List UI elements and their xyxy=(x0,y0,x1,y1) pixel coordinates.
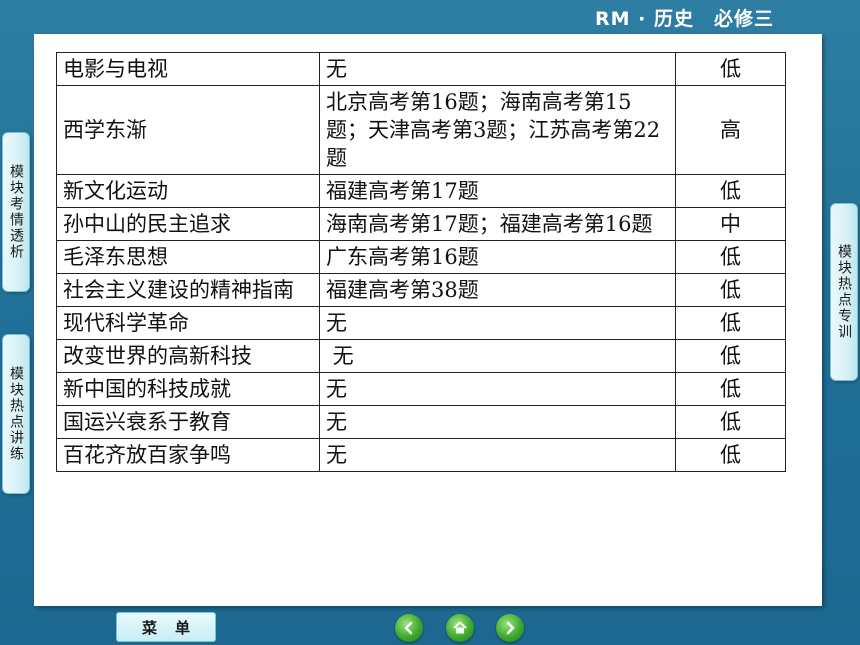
prev-icon xyxy=(404,621,413,635)
tab-module-exam-analysis[interactable]: 模块考情透析 xyxy=(2,132,30,292)
tab-label: 模块热点讲练 xyxy=(8,366,24,462)
exam-cell: 无 xyxy=(319,405,676,439)
tab-module-hotspot-practice[interactable]: 模块热点讲练 xyxy=(2,334,30,494)
tab-label: 模块考情透析 xyxy=(8,164,24,260)
exam-cell: 海南高考第17题；福建高考第16题 xyxy=(319,207,676,241)
topic-cell: 现代科学革命 xyxy=(56,306,320,340)
table-row: 改变世界的高新科技 无 低 xyxy=(56,339,786,373)
table-row: 毛泽东思想 广东高考第16题 低 xyxy=(56,240,786,274)
table-row: 孙中山的民主追求 海南高考第17题；福建高考第16题 中 xyxy=(56,207,786,241)
course-title: RM · 历史 必修三 xyxy=(595,8,774,30)
level-cell: 低 xyxy=(675,174,786,208)
tab-label: 模块热点专训 xyxy=(836,244,852,340)
next-button[interactable] xyxy=(496,614,524,642)
next-icon xyxy=(506,621,515,635)
level-cell: 低 xyxy=(675,273,786,307)
topic-cell: 社会主义建设的精神指南 xyxy=(56,273,320,307)
table-row: 电影与电视 无 低 xyxy=(56,52,786,86)
table-row: 百花齐放百家争鸣 无 低 xyxy=(56,438,786,472)
table-row: 社会主义建设的精神指南 福建高考第38题 低 xyxy=(56,273,786,307)
exam-cell: 福建高考第17题 xyxy=(319,174,676,208)
topic-cell: 国运兴衰系于教育 xyxy=(56,405,320,439)
topic-cell: 改变世界的高新科技 xyxy=(56,339,320,373)
home-icon xyxy=(453,621,467,634)
home-button[interactable] xyxy=(446,614,474,642)
topic-cell: 百花齐放百家争鸣 xyxy=(56,438,320,472)
exam-cell: 无 xyxy=(319,372,676,406)
exam-cell: 广东高考第16题 xyxy=(319,240,676,274)
exam-cell: 无 xyxy=(319,52,676,86)
level-cell: 高 xyxy=(675,85,786,175)
level-cell: 低 xyxy=(675,372,786,406)
level-cell: 低 xyxy=(675,240,786,274)
exam-cell: 无 xyxy=(319,306,676,340)
table-row: 现代科学革命 无 低 xyxy=(56,306,786,340)
topic-cell: 西学东渐 xyxy=(56,85,320,175)
exam-cell: 无 xyxy=(319,438,676,472)
table-row: 国运兴衰系于教育 无 低 xyxy=(56,405,786,439)
table-row: 西学东渐 北京高考第16题；海南高考第15题；天津高考第3题；江苏高考第22题 … xyxy=(56,85,786,175)
level-cell: 低 xyxy=(675,306,786,340)
table-row: 新文化运动 福建高考第17题 低 xyxy=(56,174,786,208)
topic-cell: 新文化运动 xyxy=(56,174,320,208)
level-cell: 低 xyxy=(675,405,786,439)
topic-cell: 新中国的科技成就 xyxy=(56,372,320,406)
content-panel: 电影与电视 无 低 西学东渐 北京高考第16题；海南高考第15题；天津高考第3题… xyxy=(34,34,822,606)
table-row: 新中国的科技成就 无 低 xyxy=(56,372,786,406)
level-cell: 低 xyxy=(675,438,786,472)
exam-cell: 福建高考第38题 xyxy=(319,273,676,307)
menu-button[interactable]: 菜单 xyxy=(116,612,216,642)
exam-cell: 无 xyxy=(319,339,676,373)
exam-cell: 北京高考第16题；海南高考第15题；天津高考第3题；江苏高考第22题 xyxy=(319,85,676,175)
level-cell: 中 xyxy=(675,207,786,241)
level-cell: 低 xyxy=(675,52,786,86)
prev-button[interactable] xyxy=(395,614,423,642)
level-cell: 低 xyxy=(675,339,786,373)
topic-cell: 电影与电视 xyxy=(56,52,320,86)
topic-exam-table: 电影与电视 无 低 西学东渐 北京高考第16题；海南高考第15题；天津高考第3题… xyxy=(56,52,786,472)
topic-cell: 毛泽东思想 xyxy=(56,240,320,274)
tab-module-hotspot-training[interactable]: 模块热点专训 xyxy=(830,203,858,381)
topic-cell: 孙中山的民主追求 xyxy=(56,207,320,241)
